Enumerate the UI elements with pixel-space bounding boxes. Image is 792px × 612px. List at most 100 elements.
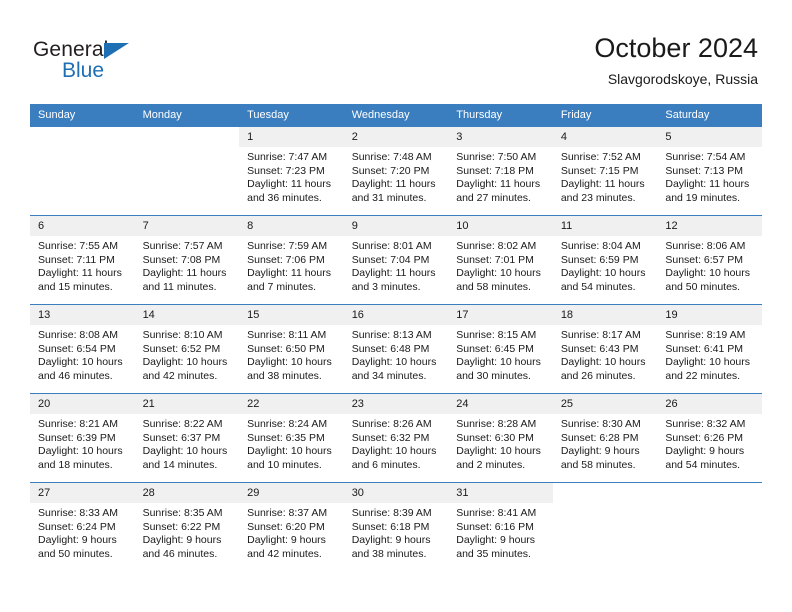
- day-details: Sunrise: 8:04 AM Sunset: 6:59 PM Dayligh…: [553, 236, 658, 294]
- day-cell[interactable]: 27 Sunrise: 8:33 AM Sunset: 6:24 PM Dayl…: [30, 482, 135, 571]
- day-cell[interactable]: 4 Sunrise: 7:52 AM Sunset: 7:15 PM Dayli…: [552, 126, 658, 216]
- day-cell[interactable]: 26 Sunrise: 8:32 AM Sunset: 6:26 PM Dayl…: [657, 393, 762, 483]
- day-cell[interactable]: 5 Sunrise: 7:54 AM Sunset: 7:13 PM Dayli…: [657, 126, 762, 216]
- day-cell[interactable]: 28 Sunrise: 8:35 AM Sunset: 6:22 PM Dayl…: [134, 482, 240, 571]
- title-block: October 2024 Slavgorodskoye, Russia: [594, 32, 758, 89]
- day-cell[interactable]: 18 Sunrise: 8:17 AM Sunset: 6:43 PM Dayl…: [552, 304, 658, 394]
- day-cell[interactable]: 12 Sunrise: 8:06 AM Sunset: 6:57 PM Dayl…: [657, 215, 762, 305]
- day-details: Sunrise: 8:01 AM Sunset: 7:04 PM Dayligh…: [344, 236, 449, 294]
- calendar-grid: Sunday Monday Tuesday Wednesday Thursday…: [30, 104, 762, 571]
- day-number: 7: [134, 216, 240, 236]
- weekday-header-wednesday: Wednesday: [343, 104, 449, 127]
- day-cell[interactable]: 22 Sunrise: 8:24 AM Sunset: 6:35 PM Dayl…: [239, 393, 344, 483]
- daylight-text-line2: and 3 minutes.: [351, 280, 421, 293]
- daylight-text-line1: Daylight: 9 hours: [560, 445, 640, 457]
- general-blue-logo[interactable]: General Blue: [33, 38, 193, 86]
- day-cell[interactable]: 14 Sunrise: 8:10 AM Sunset: 6:52 PM Dayl…: [134, 304, 240, 394]
- day-details: Sunrise: 8:17 AM Sunset: 6:43 PM Dayligh…: [553, 325, 658, 383]
- sunrise-text: Sunrise: 8:22 AM: [142, 418, 223, 430]
- day-cell[interactable]: 24 Sunrise: 8:28 AM Sunset: 6:30 PM Dayl…: [448, 393, 553, 483]
- day-cell[interactable]: 29 Sunrise: 8:37 AM Sunset: 6:20 PM Dayl…: [239, 482, 344, 571]
- sunset-text: Sunset: 7:04 PM: [351, 253, 430, 266]
- day-cell[interactable]: 30 Sunrise: 8:39 AM Sunset: 6:18 PM Dayl…: [343, 482, 449, 571]
- sunrise-text: Sunrise: 7:54 AM: [665, 151, 746, 163]
- daylight-text-line1: Daylight: 10 hours: [247, 445, 332, 457]
- day-cell[interactable]: 1 Sunrise: 7:47 AM Sunset: 7:23 PM Dayli…: [239, 126, 344, 216]
- day-cell[interactable]: 19 Sunrise: 8:19 AM Sunset: 6:41 PM Dayl…: [657, 304, 762, 394]
- sunset-text: Sunset: 6:45 PM: [456, 342, 534, 355]
- day-cell[interactable]: [552, 482, 658, 571]
- day-cell[interactable]: 6 Sunrise: 7:55 AM Sunset: 7:11 PM Dayli…: [30, 215, 135, 305]
- sunset-text: Sunset: 7:06 PM: [247, 253, 325, 266]
- daylight-text-line1: Daylight: 11 hours: [351, 178, 436, 190]
- day-cell[interactable]: 21 Sunrise: 8:22 AM Sunset: 6:37 PM Dayl…: [134, 393, 240, 483]
- day-details: Sunrise: 8:37 AM Sunset: 6:20 PM Dayligh…: [239, 503, 344, 561]
- day-cell[interactable]: 7 Sunrise: 7:57 AM Sunset: 7:08 PM Dayli…: [134, 215, 240, 305]
- day-cell[interactable]: 20 Sunrise: 8:21 AM Sunset: 6:39 PM Dayl…: [30, 393, 135, 483]
- sunrise-text: Sunrise: 8:33 AM: [38, 507, 118, 519]
- daylight-text-line1: Daylight: 11 hours: [38, 267, 122, 279]
- day-cell[interactable]: 31 Sunrise: 8:41 AM Sunset: 6:16 PM Dayl…: [448, 482, 553, 571]
- day-cell[interactable]: 3 Sunrise: 7:50 AM Sunset: 7:18 PM Dayli…: [448, 126, 553, 216]
- day-number: 2: [343, 127, 449, 147]
- day-cell[interactable]: 8 Sunrise: 7:59 AM Sunset: 7:06 PM Dayli…: [239, 215, 344, 305]
- day-number: 19: [657, 305, 762, 325]
- daylight-text-line2: and 50 minutes.: [665, 280, 741, 293]
- day-cell[interactable]: 15 Sunrise: 8:11 AM Sunset: 6:50 PM Dayl…: [239, 304, 344, 394]
- page-header: General Blue October 2024 Slavgorodskoye…: [0, 0, 792, 104]
- sunrise-text: Sunrise: 8:30 AM: [560, 418, 641, 430]
- sunrise-text: Sunrise: 8:21 AM: [38, 418, 118, 430]
- day-details: Sunrise: 7:47 AM Sunset: 7:23 PM Dayligh…: [239, 147, 344, 205]
- daylight-text-line1: Daylight: 10 hours: [456, 445, 541, 457]
- daylight-text-line2: and 58 minutes.: [456, 280, 531, 293]
- day-details: [30, 147, 135, 151]
- daylight-text-line1: Daylight: 9 hours: [456, 534, 536, 546]
- sunset-text: Sunset: 7:20 PM: [351, 164, 430, 177]
- daylight-text-line2: and 22 minutes.: [665, 369, 741, 382]
- day-cell[interactable]: [657, 482, 762, 571]
- daylight-text-line2: and 19 minutes.: [665, 191, 741, 204]
- day-number: 25: [552, 394, 658, 414]
- daylight-text-line1: Daylight: 10 hours: [38, 445, 123, 457]
- day-details: Sunrise: 8:33 AM Sunset: 6:24 PM Dayligh…: [30, 503, 135, 561]
- day-cell[interactable]: 23 Sunrise: 8:26 AM Sunset: 6:32 PM Dayl…: [343, 393, 449, 483]
- sunset-text: Sunset: 6:50 PM: [247, 342, 325, 355]
- sunset-text: Sunset: 6:20 PM: [247, 520, 325, 533]
- daylight-text-line1: Daylight: 10 hours: [351, 356, 437, 368]
- day-details: Sunrise: 8:26 AM Sunset: 6:32 PM Dayligh…: [344, 414, 449, 472]
- day-number: 12: [657, 216, 762, 236]
- daylight-text-line1: Daylight: 9 hours: [247, 534, 326, 546]
- sunrise-text: Sunrise: 7:48 AM: [351, 151, 432, 163]
- day-details: Sunrise: 8:11 AM Sunset: 6:50 PM Dayligh…: [239, 325, 344, 383]
- day-details: Sunrise: 8:10 AM Sunset: 6:52 PM Dayligh…: [135, 325, 240, 383]
- day-cell[interactable]: 10 Sunrise: 8:02 AM Sunset: 7:01 PM Dayl…: [448, 215, 553, 305]
- sunset-text: Sunset: 7:01 PM: [456, 253, 534, 266]
- day-cell[interactable]: 13 Sunrise: 8:08 AM Sunset: 6:54 PM Dayl…: [30, 304, 135, 394]
- day-cell[interactable]: 16 Sunrise: 8:13 AM Sunset: 6:48 PM Dayl…: [343, 304, 449, 394]
- day-number: [552, 483, 658, 503]
- day-cell[interactable]: 11 Sunrise: 8:04 AM Sunset: 6:59 PM Dayl…: [552, 215, 658, 305]
- daylight-text-line2: and 11 minutes.: [142, 280, 217, 293]
- day-details: [657, 503, 762, 507]
- day-cell[interactable]: 25 Sunrise: 8:30 AM Sunset: 6:28 PM Dayl…: [552, 393, 658, 483]
- day-details: Sunrise: 8:22 AM Sunset: 6:37 PM Dayligh…: [135, 414, 240, 472]
- day-cell[interactable]: 2 Sunrise: 7:48 AM Sunset: 7:20 PM Dayli…: [343, 126, 449, 216]
- day-number: 17: [448, 305, 553, 325]
- daylight-text-line1: Daylight: 9 hours: [665, 445, 745, 457]
- sunset-text: Sunset: 6:24 PM: [38, 520, 116, 533]
- day-cell[interactable]: 17 Sunrise: 8:15 AM Sunset: 6:45 PM Dayl…: [448, 304, 553, 394]
- page-title: October 2024: [594, 33, 758, 63]
- day-number: 13: [30, 305, 135, 325]
- day-number: 6: [30, 216, 135, 236]
- sunrise-text: Sunrise: 8:35 AM: [142, 507, 223, 519]
- day-cell[interactable]: [30, 126, 135, 216]
- week-row: 27 Sunrise: 8:33 AM Sunset: 6:24 PM Dayl…: [30, 482, 762, 571]
- day-details: Sunrise: 7:55 AM Sunset: 7:11 PM Dayligh…: [30, 236, 135, 294]
- day-details: Sunrise: 8:19 AM Sunset: 6:41 PM Dayligh…: [657, 325, 762, 383]
- day-details: [553, 503, 658, 507]
- day-cell[interactable]: 9 Sunrise: 8:01 AM Sunset: 7:04 PM Dayli…: [343, 215, 449, 305]
- sunset-text: Sunset: 6:30 PM: [456, 431, 534, 444]
- sunrise-text: Sunrise: 8:08 AM: [38, 329, 118, 341]
- day-cell[interactable]: [134, 126, 240, 216]
- sunset-text: Sunset: 6:16 PM: [456, 520, 534, 533]
